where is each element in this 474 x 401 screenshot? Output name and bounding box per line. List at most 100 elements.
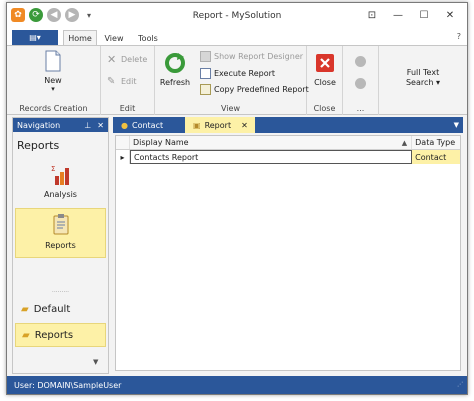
close-navigation-icon[interactable]: ✕ [97, 121, 104, 130]
close-window-button[interactable]: ✕ [437, 7, 463, 23]
report-clipboard-icon [53, 214, 68, 235]
document-tab-strip: ● Contact ▣ Report ✕ ▼ [113, 117, 463, 133]
tab-tools[interactable]: Tools [133, 30, 163, 46]
nav-item-reports-label: Reports [45, 241, 76, 250]
tab-list-dropdown[interactable]: ▼ [454, 121, 459, 129]
nav-group-default[interactable]: ▰ Default [15, 297, 106, 321]
refresh-button[interactable]: Refresh [155, 52, 195, 87]
doc-tab-report-label: Report [204, 120, 232, 130]
new-label: New [44, 76, 62, 85]
group-records-creation: New ▾ Records Creation [7, 46, 101, 115]
column-header-display-name[interactable]: Display Name ▲ [130, 136, 413, 149]
new-button[interactable]: New ▾ [35, 50, 71, 93]
group-label-close: Close [313, 104, 336, 113]
full-text-search-label-line1: Full Text [406, 68, 440, 77]
maximize-button[interactable]: ☐ [411, 7, 437, 23]
copy-report-icon [200, 84, 211, 95]
status-user-text: User: DOMAIN\SampleUser [14, 380, 122, 390]
grid-header-indicator [116, 136, 130, 149]
new-document-icon [45, 50, 61, 72]
full-text-search-button[interactable]: Full Text Search ▾ [379, 68, 467, 88]
nav-item-reports[interactable]: Reports [15, 208, 106, 258]
contact-person-icon: ● [121, 120, 128, 130]
close-button[interactable]: Close [309, 52, 341, 87]
group-view: Refresh Show Report Designer Execute Rep… [155, 46, 309, 115]
title-bar: ✿ ⟳ ◀ ▶ ▾ Report - MySolution ⊡ — ☐ ✕ [7, 3, 467, 29]
doc-tab-report[interactable]: ▣ Report ✕ [185, 117, 255, 133]
show-report-designer-label: Show Report Designer [214, 52, 304, 61]
group-edit: ✕ Delete ✎ Edit Edit [101, 46, 155, 115]
navigation-overflow-dropdown[interactable]: ▼ [93, 358, 98, 366]
close-label: Close [314, 78, 336, 87]
refresh-label: Refresh [159, 78, 191, 87]
resize-grip-icon[interactable]: ⋰ [457, 381, 463, 388]
app-window: ✿ ⟳ ◀ ▶ ▾ Report - MySolution ⊡ — ☐ ✕ ▤▾… [6, 2, 468, 395]
row-indicator-icon: ▸ [116, 150, 130, 164]
more-option-icon-2[interactable] [355, 78, 366, 89]
content-area: ● Contact ▣ Report ✕ ▼ Display Name ▲ Da… [113, 117, 463, 374]
new-dropdown-icon: ▾ [51, 85, 55, 93]
folder-open-icon: ▰ [22, 329, 30, 341]
group-label-records-creation: Records Creation [19, 104, 88, 113]
group-label-view: View [221, 104, 240, 113]
grid-header: Display Name ▲ Data Type [116, 136, 460, 150]
close-icon [316, 54, 334, 72]
file-menu-button[interactable]: ▤▾ [12, 30, 58, 45]
copy-predefined-report-label: Copy Predefined Report [214, 85, 309, 94]
show-report-designer-button[interactable]: Show Report Designer [200, 51, 303, 62]
delete-button[interactable]: ✕ Delete [107, 54, 147, 65]
close-tab-icon[interactable]: ✕ [241, 121, 248, 130]
pin-icon[interactable]: ⊥ [84, 121, 91, 130]
full-text-search-label-line2: Search ▾ [405, 78, 441, 87]
nav-item-analysis[interactable]: Σ Analysis [15, 162, 106, 204]
ribbon-tab-strip: ▤▾ Home View Tools ? [7, 29, 467, 46]
report-tab-icon: ▣ [193, 120, 201, 130]
column-header-display-name-label: Display Name [132, 138, 189, 147]
ribbon-help-icon[interactable]: ? [457, 32, 461, 41]
refresh-icon [165, 53, 185, 73]
group-label-edit: Edit [119, 104, 136, 113]
copy-predefined-report-button[interactable]: Copy Predefined Report [200, 84, 309, 95]
analysis-chart-icon: Σ [51, 165, 69, 185]
delete-icon: ✕ [107, 53, 117, 66]
svg-text:Σ: Σ [51, 165, 55, 173]
nav-group-default-label: Default [33, 303, 71, 315]
nav-item-analysis-label: Analysis [44, 190, 77, 199]
doc-tab-contact-label: Contact [131, 120, 164, 130]
cell-data-type[interactable]: Contact [412, 150, 460, 164]
group-label-more: ... [356, 104, 365, 113]
tab-home[interactable]: Home [63, 30, 97, 46]
help-button[interactable]: ⊡ [359, 7, 385, 23]
navigation-section-title: Reports [17, 139, 60, 152]
minimize-button[interactable]: — [385, 7, 411, 23]
column-header-data-type[interactable]: Data Type [412, 136, 460, 149]
edit-label: Edit [121, 77, 137, 86]
delete-label: Delete [121, 55, 148, 64]
group-more: ... [343, 46, 379, 115]
edit-pencil-icon: ✎ [107, 76, 116, 87]
navigation-header: Navigation ⊥ ✕ [13, 118, 108, 132]
group-close: Close Close [307, 46, 343, 115]
reports-grid: Display Name ▲ Data Type ▸ Contacts Repo… [115, 135, 461, 371]
execute-report-label: Execute Report [214, 69, 276, 78]
execute-report-button[interactable]: Execute Report [200, 68, 275, 79]
table-row[interactable]: ▸ Contacts Report Contact [116, 150, 460, 164]
tab-view[interactable]: View [99, 30, 129, 46]
cell-display-name[interactable]: Contacts Report [129, 150, 413, 164]
window-controls: ⊡ — ☐ ✕ [359, 7, 463, 23]
status-bar: User: DOMAIN\SampleUser ⋰ [7, 376, 467, 394]
more-option-icon-1[interactable] [355, 56, 366, 67]
edit-button[interactable]: ✎ Edit [107, 76, 137, 87]
doc-tab-contact[interactable]: ● Contact [113, 117, 181, 133]
nav-group-reports-label: Reports [34, 329, 74, 341]
navigation-panel: Navigation ⊥ ✕ Reports Σ Analysis Report… [12, 117, 109, 374]
sort-ascending-icon: ▲ [401, 138, 408, 147]
execute-report-icon [200, 68, 211, 79]
report-designer-icon [200, 51, 211, 62]
nav-group-reports[interactable]: ▰ Reports [15, 323, 106, 347]
folder-icon: ▰ [21, 303, 29, 315]
group-search: Full Text Search ▾ [379, 46, 467, 115]
ribbon: New ▾ Records Creation ✕ Delete ✎ Edit E… [7, 45, 467, 115]
navigation-header-title: Navigation [17, 120, 61, 130]
navigation-splitter[interactable]: ········· [13, 289, 108, 296]
